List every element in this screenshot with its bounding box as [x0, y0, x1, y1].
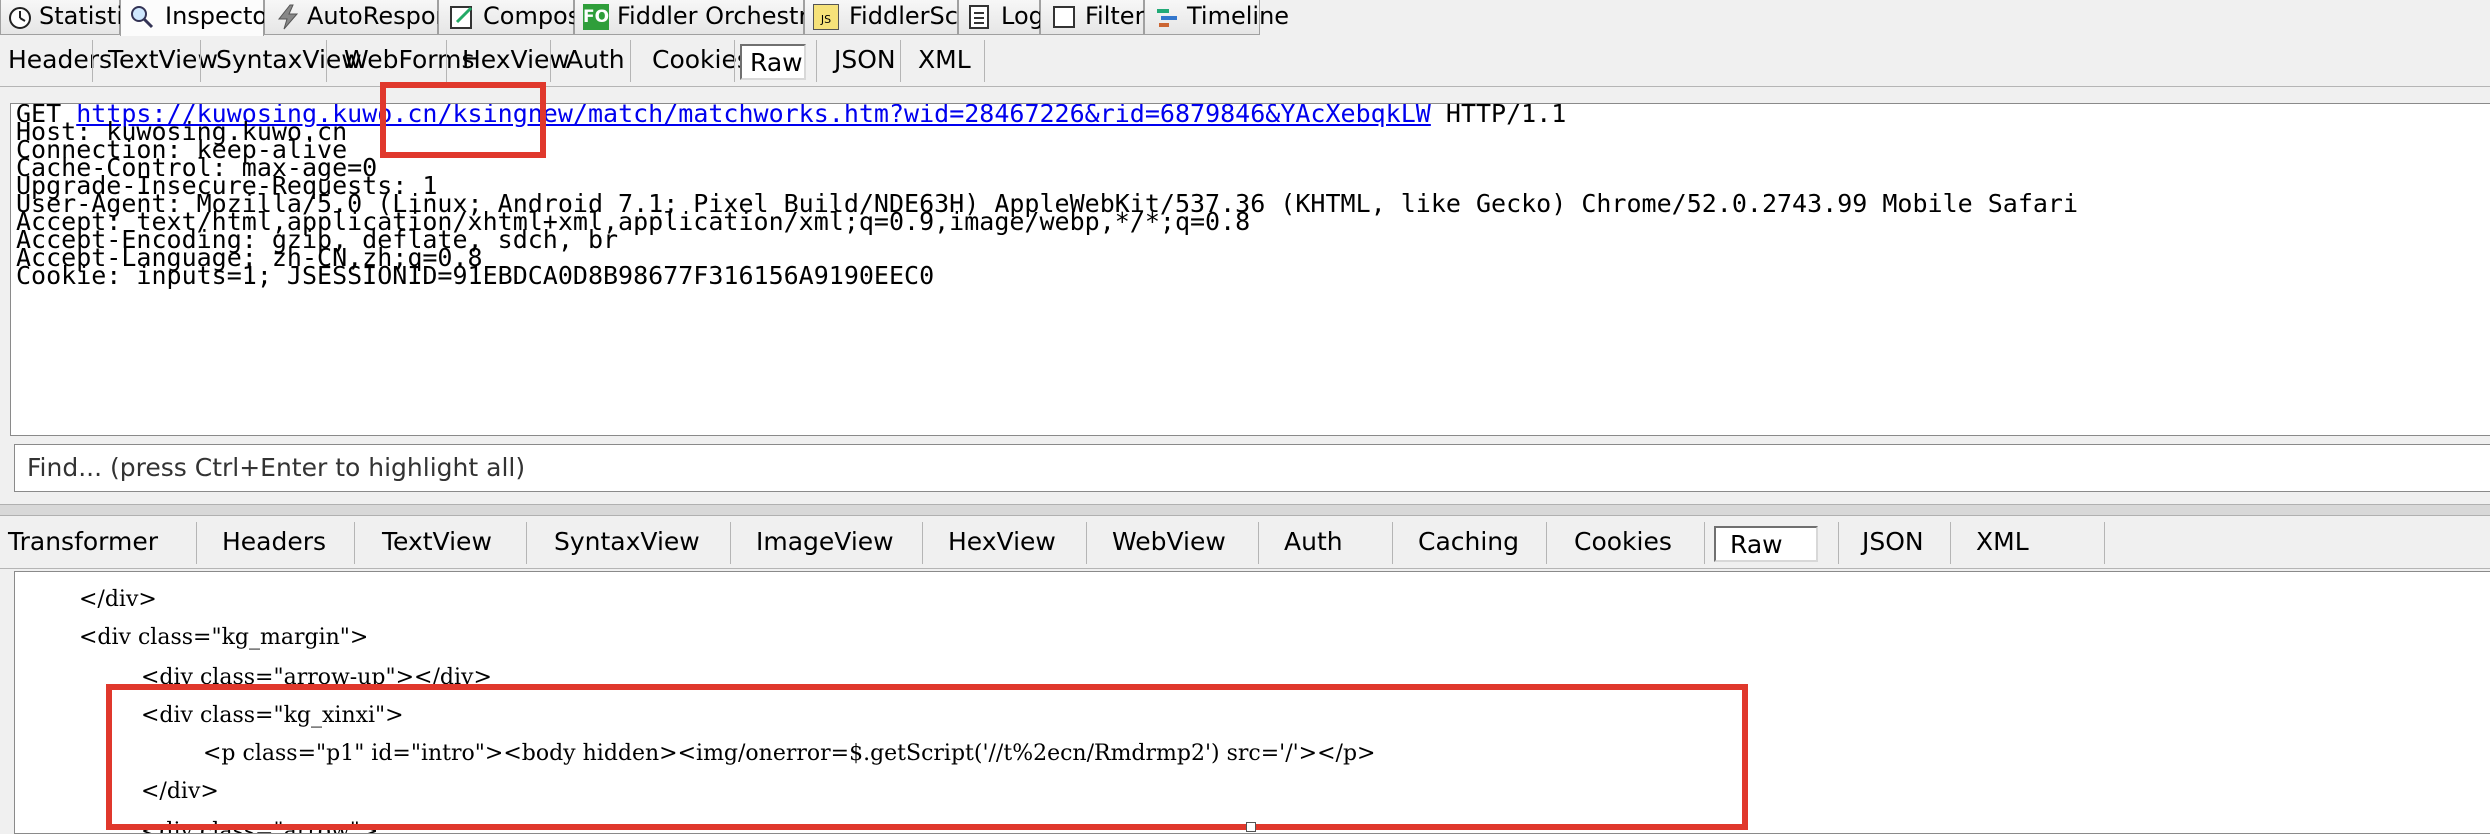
stopwatch-icon — [9, 7, 31, 29]
req-tab-cookies[interactable]: Cookies — [652, 36, 750, 86]
resp-tab-hexview[interactable]: HexView — [948, 518, 1056, 568]
lightning-icon — [277, 4, 299, 30]
req-tab-xml[interactable]: XML — [918, 36, 971, 86]
resp-tab-json[interactable]: JSON — [1862, 518, 1924, 568]
resp-tab-raw[interactable]: Raw — [1714, 526, 1818, 562]
resize-grip[interactable] — [1246, 822, 1256, 832]
code-line: <div class="arrow"> — [141, 819, 379, 834]
code-line: <div class="kg_margin"> — [79, 625, 369, 650]
tab-fiddlerscript[interactable]: JS FiddlerScript — [804, 0, 999, 35]
req-tab-json[interactable]: JSON — [834, 36, 896, 86]
code-line: <div class="arrow-up"></div> — [141, 665, 492, 690]
resp-tab-xml[interactable]: XML — [1976, 518, 2029, 568]
request-tab-strip: Headers TextView SyntaxView WebForms Hex… — [0, 36, 2490, 87]
tab-log[interactable]: Log — [958, 0, 1044, 35]
request-raw-view[interactable]: GET https://kuwosing.kuwo.cn/ksingnew/ma… — [10, 103, 2490, 436]
header-line: Cookie: inputs=1; JSESSIONID=91EBDCA0D8B… — [16, 261, 935, 290]
magnifier-icon — [131, 6, 154, 29]
http-protocol: HTTP/1.1 — [1430, 103, 1567, 128]
tab-statistics[interactable]: Statistics — [0, 0, 149, 35]
code-line: <div class="kg_xinxi"> — [141, 703, 404, 728]
resp-tab-webview[interactable]: WebView — [1112, 518, 1226, 568]
fo-icon: FO — [583, 4, 609, 30]
req-tab-hexview[interactable]: HexView — [462, 36, 570, 86]
tab-filters[interactable]: Filters — [1040, 0, 1157, 35]
code-line: <p class="p1" id="intro"><body hidden><i… — [203, 741, 1376, 766]
tab-timeline[interactable]: Timeline — [1144, 0, 1289, 35]
req-tab-raw[interactable]: Raw — [740, 44, 806, 80]
resp-tab-transformer[interactable]: Transformer — [8, 518, 158, 568]
log-icon — [969, 5, 989, 29]
main-tab-strip: Statistics Inspectors AutoResponder Comp… — [0, 0, 2490, 37]
script-icon: JS — [813, 4, 839, 30]
response-tab-strip: Transformer Headers TextView SyntaxView … — [0, 518, 2490, 569]
code-line: </div> — [79, 587, 157, 612]
resp-tab-imageview[interactable]: ImageView — [756, 518, 894, 568]
tab-composer[interactable]: Composer — [438, 0, 605, 35]
resp-tab-caching[interactable]: Caching — [1418, 518, 1519, 568]
req-tab-headers[interactable]: Headers — [8, 36, 112, 86]
tab-label: Log — [1001, 2, 1044, 30]
tab-inspectors[interactable]: Inspectors — [120, 0, 289, 37]
timeline-icon — [1157, 9, 1177, 27]
req-tab-syntaxview[interactable]: SyntaxView — [216, 36, 362, 86]
tab-autoresponder[interactable]: AutoResponder — [264, 0, 491, 35]
resp-tab-syntaxview[interactable]: SyntaxView — [554, 518, 700, 568]
tab-label: Timeline — [1187, 2, 1290, 30]
response-raw-view[interactable]: </div> <div class="kg_margin"> <div clas… — [14, 571, 2490, 834]
checkbox-icon — [1053, 6, 1075, 28]
req-tab-auth[interactable]: Auth — [566, 36, 625, 86]
resp-tab-headers[interactable]: Headers — [222, 518, 326, 568]
resp-tab-cookies[interactable]: Cookies — [1574, 518, 1672, 568]
pencil-icon — [450, 6, 473, 29]
tab-fiddler-orchestra[interactable]: FO Fiddler Orchestra Beta — [574, 0, 886, 35]
find-input[interactable]: Find... (press Ctrl+Enter to highlight a… — [14, 444, 2490, 492]
req-tab-webforms[interactable]: WebForms — [344, 36, 475, 86]
code-line: </div> — [141, 779, 219, 804]
resp-tab-textview[interactable]: TextView — [382, 518, 492, 568]
pane-splitter[interactable] — [0, 504, 2490, 516]
req-tab-textview[interactable]: TextView — [108, 36, 218, 86]
resp-tab-auth[interactable]: Auth — [1284, 518, 1343, 568]
